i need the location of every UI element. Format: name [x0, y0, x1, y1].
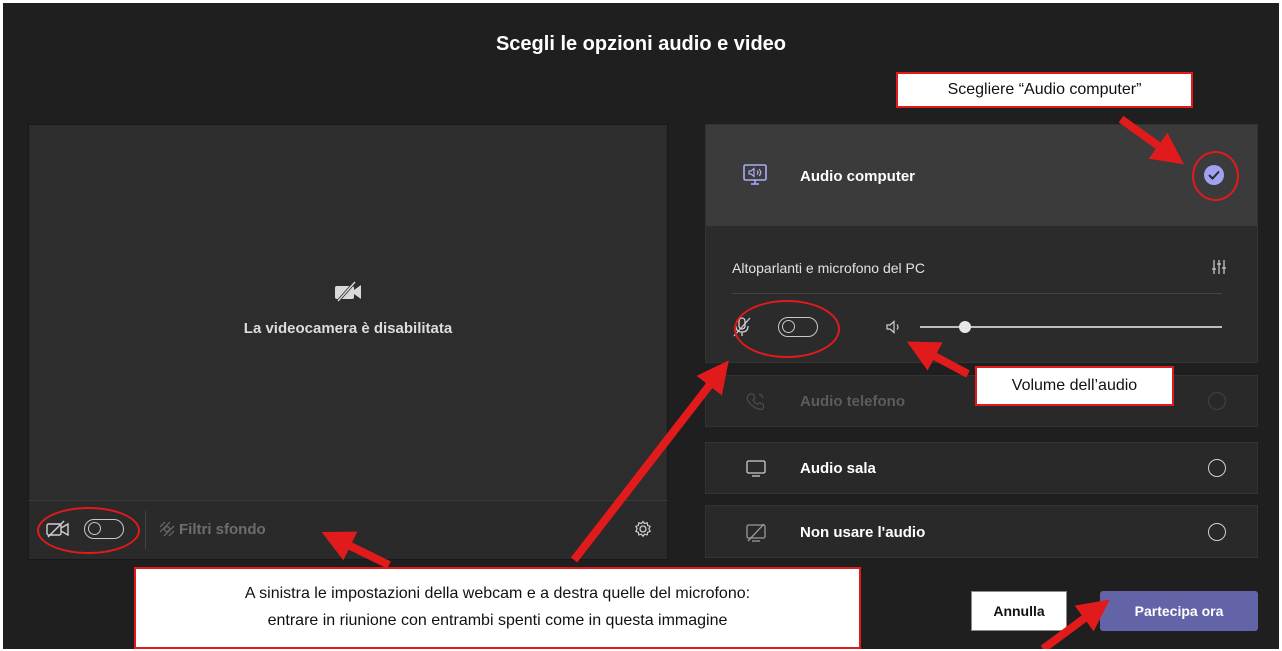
annotation-instructions: A sinistra le impostazioni della webcam …	[134, 567, 861, 649]
annotation-mic-ring	[734, 300, 840, 358]
no-audio-option[interactable]: Non usare l'audio	[705, 505, 1258, 558]
no-audio-radio[interactable]	[1208, 523, 1226, 541]
device-settings-icon[interactable]	[1211, 259, 1227, 275]
audio-phone-radio	[1208, 392, 1226, 410]
room-screen-icon	[746, 460, 766, 477]
background-filters-button[interactable]: Filtri sfondo	[179, 521, 266, 538]
phone-icon	[746, 393, 765, 411]
annotation-instructions-line2: entrare in riunione con entrambi spenti …	[267, 612, 728, 629]
video-preview: La videocamera è disabilitata	[28, 124, 668, 502]
join-now-button[interactable]: Partecipa ora	[1100, 591, 1258, 631]
annotation-choose-audio: Scegliere “Audio computer”	[896, 72, 1193, 108]
annotation-instructions-line1: A sinistra le impostazioni della webcam …	[244, 585, 751, 602]
audio-computer-label: Audio computer	[800, 168, 915, 185]
gear-icon[interactable]	[634, 520, 652, 538]
camera-off-icon	[335, 281, 361, 303]
audio-room-label: Audio sala	[800, 460, 876, 477]
camera-disabled-message: La videocamera è disabilitata	[243, 320, 453, 337]
annotation-camera-ring	[37, 507, 140, 554]
no-audio-icon	[746, 523, 766, 542]
speaker-volume-icon	[886, 320, 899, 334]
divider	[145, 511, 146, 549]
audio-room-option[interactable]: Audio sala	[705, 442, 1258, 494]
volume-slider-thumb[interactable]	[959, 321, 972, 333]
annotation-volume: Volume dell’audio	[975, 366, 1174, 406]
audio-phone-label: Audio telefono	[800, 393, 905, 410]
annotation-check-ring	[1192, 151, 1239, 201]
background-filters-icon	[159, 521, 175, 537]
no-audio-label: Non usare l'audio	[800, 524, 926, 541]
cancel-button[interactable]: Annulla	[971, 591, 1067, 631]
audio-device-label: Altoparlanti e microfono del PC	[732, 260, 925, 276]
audio-computer-header[interactable]: Audio computer	[706, 125, 1257, 226]
audio-room-radio[interactable]	[1208, 459, 1226, 477]
computer-audio-icon	[743, 164, 767, 185]
dialog-title: Scegli le opzioni audio e video	[495, 33, 787, 55]
divider	[732, 293, 1222, 294]
meeting-join-dialog: Scegli le opzioni audio e video La video…	[3, 3, 1279, 649]
